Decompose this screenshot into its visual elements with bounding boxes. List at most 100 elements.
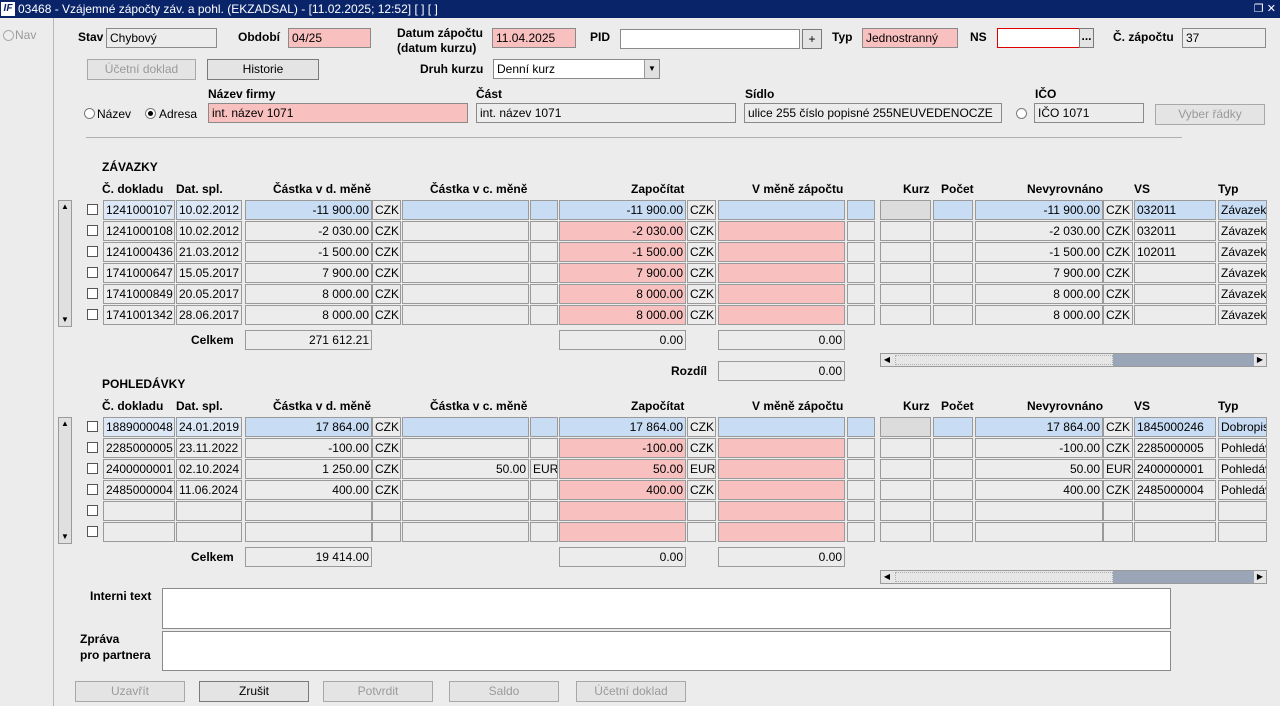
cell-curc[interactable] [530,221,558,241]
cell-blank1[interactable] [847,200,875,220]
cell-pocet[interactable] [933,501,973,521]
cell-amount[interactable]: -11 900.00 [245,200,372,220]
cell-zap[interactable]: 17 864.00 [559,417,686,437]
cell-amount[interactable] [245,501,372,521]
cell-vm[interactable] [718,459,845,479]
cell-doc[interactable]: 1741000849 [103,284,175,304]
cell-amount[interactable]: -100.00 [245,438,372,458]
druh-kurzu-select[interactable]: Denní kurz ▼ [493,59,660,79]
cell-zcur[interactable] [687,501,716,521]
nav-radio[interactable] [3,30,14,41]
cell-zap[interactable]: 8 000.00 [559,305,686,325]
cell-blank1[interactable] [847,242,875,262]
scroll-thumb[interactable] [895,572,1113,582]
cell-date[interactable]: 24.01.2019 [176,417,242,437]
cell-vs[interactable]: 1845000246 [1134,417,1216,437]
cell-curc[interactable] [530,200,558,220]
cell-doc[interactable]: 1741000647 [103,263,175,283]
cell-vm[interactable] [718,480,845,500]
cell-curc[interactable] [530,438,558,458]
cell-kurz[interactable] [880,480,931,500]
cell-nev[interactable]: 8 000.00 [975,305,1103,325]
cell-pocet[interactable] [933,284,973,304]
cell-vs[interactable]: 032011 [1134,200,1216,220]
cell-zcur[interactable]: CZK [687,284,716,304]
ns-input[interactable] [997,28,1081,48]
cell-kurz[interactable] [880,501,931,521]
cell-nev[interactable]: 400.00 [975,480,1103,500]
potvrdit-button[interactable]: Potvrdit [323,681,433,702]
cell-nev[interactable]: 8 000.00 [975,284,1103,304]
cell-amount[interactable]: -2 030.00 [245,221,372,241]
cell-pocet[interactable] [933,221,973,241]
cell-kurz[interactable] [880,438,931,458]
uzavrit-button[interactable]: Uzavřít [75,681,185,702]
cell-pocet[interactable] [933,459,973,479]
cell-amountc[interactable] [402,438,529,458]
cell-curc[interactable] [530,305,558,325]
cell-date[interactable] [176,501,242,521]
stav-field[interactable]: Chybový [106,28,217,48]
cell-cur[interactable]: CZK [372,284,401,304]
cell-zcur[interactable]: CZK [687,438,716,458]
cell-doc[interactable]: 1741001342 [103,305,175,325]
cell-zap[interactable]: 8 000.00 [559,284,686,304]
sidlo-field[interactable]: ulice 255 číslo popisné 255NEUVEDENOCZE [744,103,1002,123]
nazev-firmy-field[interactable]: int. název 1071 [208,103,468,123]
cell-ncur[interactable]: EUR [1103,459,1133,479]
cell-amount[interactable]: 400.00 [245,480,372,500]
cell-amountc[interactable] [402,501,529,521]
cell-zap[interactable] [559,501,686,521]
cell-curc[interactable] [530,480,558,500]
cell-blank1[interactable] [847,305,875,325]
scroll-right-icon[interactable]: ▶ [1254,571,1266,583]
typ-field[interactable]: Jednostranný [862,28,958,48]
cell-date[interactable]: 11.06.2024 [176,480,242,500]
cell-nev[interactable]: -1 500.00 [975,242,1103,262]
cell-vm[interactable] [718,417,845,437]
cell-curc[interactable]: EUR [530,459,558,479]
row-checkbox[interactable] [87,442,98,453]
cell-doc[interactable]: 1889000048 [103,417,175,437]
cell-zcur[interactable]: CZK [687,200,716,220]
cell-ncur[interactable]: CZK [1103,480,1133,500]
cell-amountc[interactable] [402,284,529,304]
row-checkbox[interactable] [87,225,98,236]
cell-doc[interactable]: 2400000001 [103,459,175,479]
cell-cur[interactable]: CZK [372,459,401,479]
cell-cur[interactable] [372,522,401,542]
cell-pocet[interactable] [933,242,973,262]
cell-zcur[interactable]: CZK [687,242,716,262]
cell-amountc[interactable] [402,200,529,220]
cell-typ[interactable]: Závazek [1218,284,1267,304]
cell-zap[interactable]: -11 900.00 [559,200,686,220]
cell-vm[interactable] [718,200,845,220]
cell-ncur[interactable] [1103,501,1133,521]
cell-doc[interactable]: 1241000436 [103,242,175,262]
scroll-down-icon[interactable]: ▼ [59,314,71,326]
cell-amount[interactable]: 8 000.00 [245,284,372,304]
cell-date[interactable]: 28.06.2017 [176,305,242,325]
cell-amountc[interactable] [402,221,529,241]
ico-field[interactable]: IČO 1071 [1034,103,1144,123]
cell-kurz[interactable] [880,417,931,437]
cell-doc[interactable]: 1241000108 [103,221,175,241]
zavazky-horizontal-scrollbar[interactable]: ◀ ▶ [880,353,1267,367]
cell-ncur[interactable]: CZK [1103,417,1133,437]
cell-vs[interactable]: 032011 [1134,221,1216,241]
row-checkbox[interactable] [87,526,98,537]
cell-blank1[interactable] [847,480,875,500]
cell-vs[interactable] [1134,305,1216,325]
cell-pocet[interactable] [933,480,973,500]
cell-kurz[interactable] [880,459,931,479]
cell-date[interactable]: 02.10.2024 [176,459,242,479]
pohledavky-horizontal-scrollbar[interactable]: ◀ ▶ [880,570,1267,584]
cell-zap[interactable]: 7 900.00 [559,263,686,283]
row-checkbox[interactable] [87,505,98,516]
cell-ncur[interactable]: CZK [1103,263,1133,283]
cell-zap[interactable]: -1 500.00 [559,242,686,262]
scroll-left-icon[interactable]: ◀ [881,571,893,583]
cell-zap[interactable]: 400.00 [559,480,686,500]
cell-blank1[interactable] [847,501,875,521]
row-checkbox[interactable] [87,204,98,215]
